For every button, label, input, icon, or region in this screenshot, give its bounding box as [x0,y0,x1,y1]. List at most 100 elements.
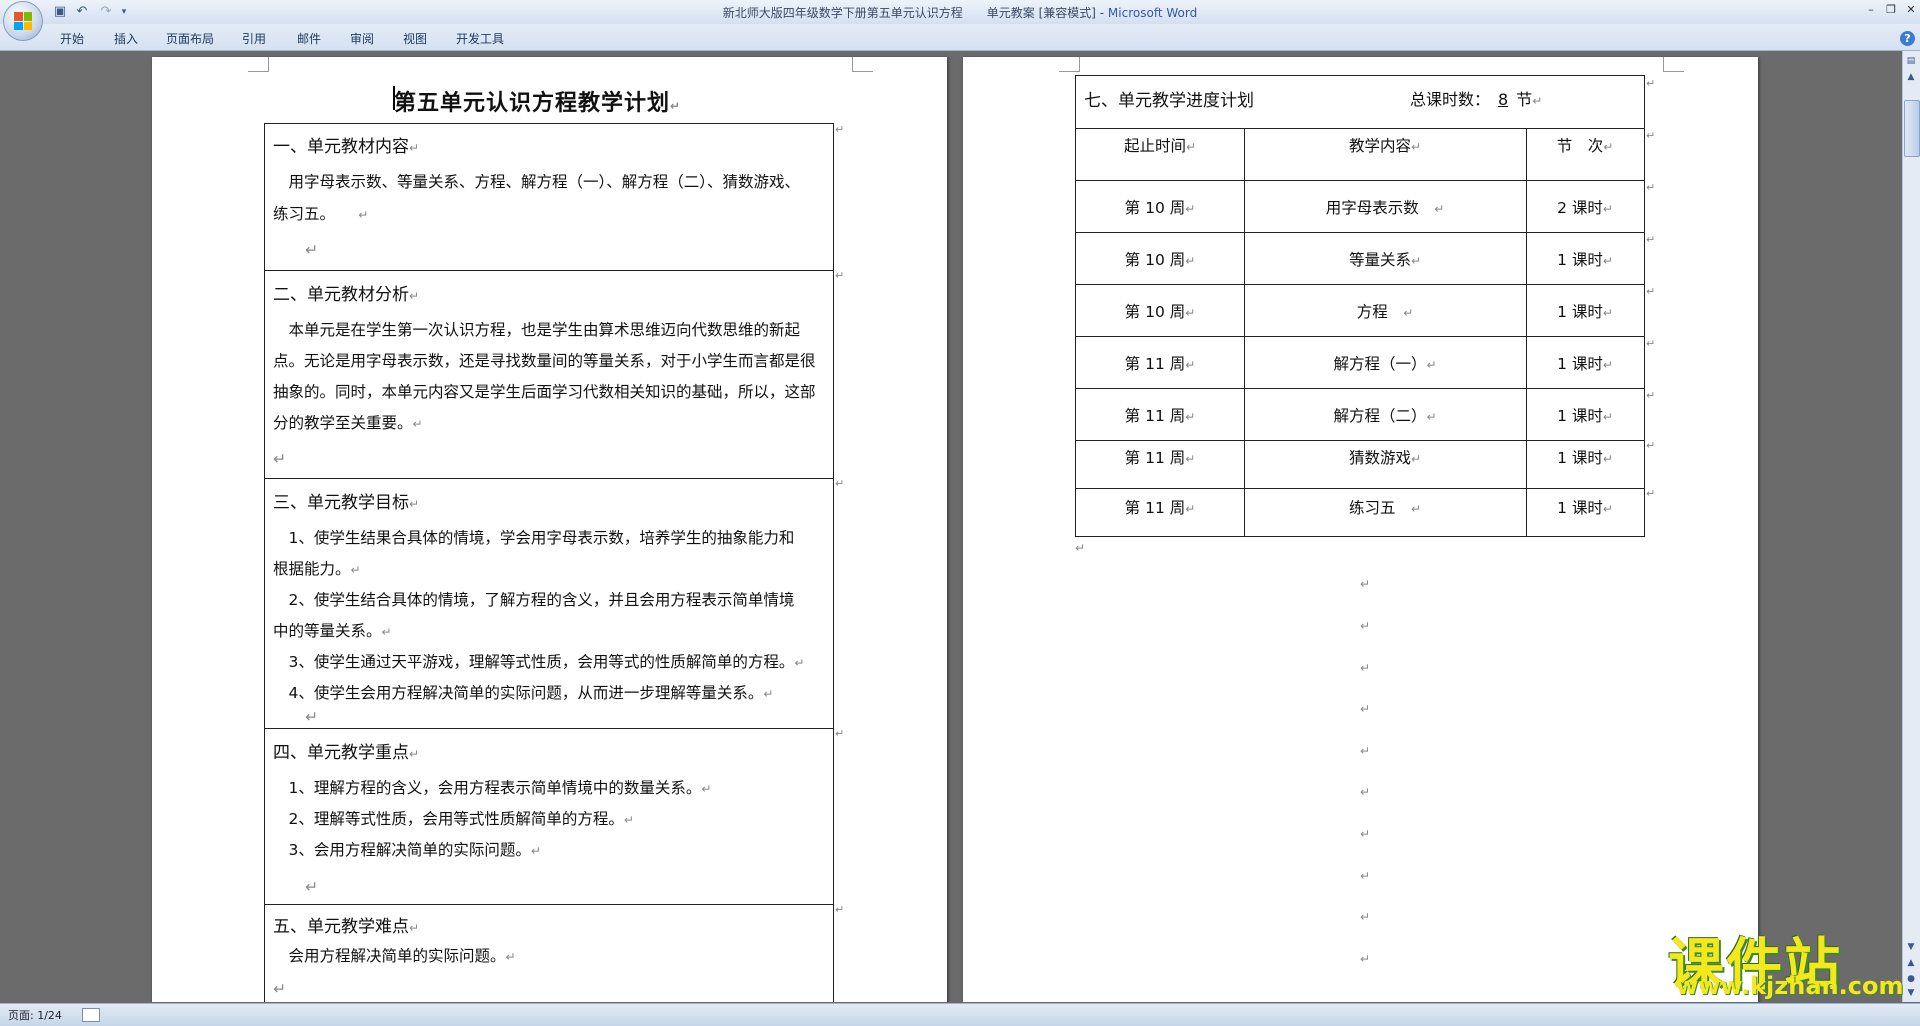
body-line-text: 2、理解等式性质，会用等式性质解简单的方程。 [273,810,624,828]
table-rule [1076,128,1644,129]
body-line: 抽象的。同时，本单元内容又是学生后面学习代数相关知识的基础，所以，这部 [273,383,816,401]
section-heading: 二、单元教材分析↵ [273,280,419,305]
schedule-title[interactable]: 七、单元教学进度计划 [1084,86,1254,111]
document-workspace: 第五单元认识方程教学计划↵ 一、单元教材内容↵ 用字母表示数、等量关系、方程、解… [0,51,1900,1002]
tab-insert[interactable]: 插入 [114,30,138,47]
header-content: 教学内容↵ [1244,134,1526,156]
section-heading-text: 四、单元教学重点 [273,743,409,763]
body-line: 练习五。 ↵ [273,202,368,224]
tab-home[interactable]: 开始 [60,30,84,47]
office-button[interactable] [4,2,42,40]
tab-page-layout[interactable]: 页面布局 [166,30,214,47]
paragraph-mark: ↵ [1185,202,1196,216]
tab-view[interactable]: 视图 [403,30,427,47]
close-button[interactable]: ✕ [1902,2,1920,18]
minimize-button[interactable]: – [1862,2,1880,18]
header-periods: 节 次↵ [1526,134,1644,156]
paragraph-mark: ↵ [1185,502,1196,516]
paragraph-mark: ↵ [1403,306,1414,320]
cell-text: 第 11 周 [1124,449,1186,467]
cell-text: 第 11 周 [1124,355,1186,373]
body-line-text: 练习五。 [273,205,359,223]
paragraph-mark: ↵ [1185,254,1196,268]
next-page-icon[interactable]: ▼ [1904,986,1918,1000]
watermark-url: www.kjzhan.com [1676,972,1904,1000]
body-line: 3、使学生通过天平游戏，理解等式性质，会用等式的性质解简单的方程。↵ [273,650,805,672]
paragraph-mark: ↵ [1602,306,1613,320]
restore-button[interactable]: ❐ [1882,2,1900,18]
section-content[interactable]: 一、单元教材内容↵ 用字母表示数、等量关系、方程、解方程（一）、解方程（二）、猜… [265,124,833,271]
cell-text: 1 课时 [1557,251,1603,269]
vertical-scrollbar[interactable] [1902,51,1920,1002]
scroll-down-icon[interactable]: ▼ [1904,940,1918,954]
header-time-text: 起止时间 [1123,137,1186,155]
total-hours-label: 总课时数： [1410,90,1491,109]
scroll-thumb[interactable] [1904,100,1920,157]
window-title-app: Microsoft Word [1107,6,1198,20]
table-rule [1076,488,1644,489]
row-end-mark: ↵ [1646,285,1656,298]
section-heading-text: 三、单元教学目标 [273,493,409,513]
paragraph-mark: ↵ [1360,785,1371,799]
section-heading: 一、单元教材内容↵ [273,132,419,157]
window-title-doc: 新北师大版四年级数学下册第五单元认识方程 单元教案 [兼容模式] - [722,6,1108,20]
proofing-status-icon[interactable] [82,1008,100,1022]
header-content-text: 教学内容 [1348,137,1411,155]
body-line-text: 3、会用方程解决简单的实际问题。 [273,841,531,859]
section-analysis[interactable]: 二、单元教材分析↵ 本单元是在学生第一次认识方程，也是学生由算术思维迈向代数思维… [265,270,833,479]
row-end-mark: ↵ [1646,439,1656,452]
tab-developer[interactable]: 开发工具 [456,30,504,47]
schedule-title-text: 七、单元教学进度计划 [1084,91,1254,111]
help-icon[interactable]: ? [1900,31,1915,46]
table-cell: 1 课时↵ [1526,446,1644,468]
tab-references[interactable]: 引用 [242,30,266,47]
cell-text: 解方程（二） [1333,407,1427,425]
row-end-mark: ↵ [835,269,845,282]
plan-table: 一、单元教材内容↵ 用字母表示数、等量关系、方程、解方程（一）、解方程（二）、猜… [264,123,834,1002]
paragraph-mark: ↵ [273,980,286,998]
body-line: 会用方程解决简单的实际问题。↵ [273,944,516,966]
table-cell: 猜数游戏↵ [1244,446,1526,468]
cell-text: 1 课时 [1557,499,1603,517]
crop-mark [1663,57,1684,72]
body-line: 4、使学生会用方程解决简单的实际问题，从而进一步理解等量关系。↵ [273,681,774,703]
status-page-number[interactable]: 页面: 1/24 [8,1007,62,1023]
body-line-text: 中的等量关系。 [273,622,382,640]
body-line-text: 3、使学生通过天平游戏，理解等式性质，会用等式的性质解简单的方程。 [273,653,795,671]
section-heading-text: 二、单元教材分析 [273,285,409,305]
status-bar [0,1003,1920,1026]
cell-text: 练习五 [1348,499,1396,517]
table-cell: 练习五 ↵ [1244,496,1526,518]
section-difficulties[interactable]: 五、单元教学难点↵ 会用方程解决简单的实际问题。↵ ↵ [265,904,833,1002]
row-end-mark: ↵ [1646,233,1656,246]
paragraph-mark: ↵ [412,417,423,431]
tab-mailings[interactable]: 邮件 [297,30,321,47]
cell-text: 第 10 周 [1124,199,1186,217]
section-key-points[interactable]: 四、单元教学重点↵ 1、理解方程的含义，会用方程表示简单情境中的数量关系。↵ 2… [265,728,833,905]
paragraph-mark: ↵ [1185,140,1197,154]
previous-page-icon[interactable]: ▲ [1904,956,1918,970]
total-hours[interactable]: 总课时数： 8 节↵ [1410,86,1542,110]
paragraph-mark: ↵ [670,99,682,113]
paragraph-mark: ↵ [530,844,541,858]
cell-text: 猜数游戏 [1348,449,1411,467]
paragraph-mark: ↵ [763,687,774,701]
page-2: 七、单元教学进度计划 总课时数： 8 节↵ 起止时间↵ 教学内容↵ 节 次↵ 第 1… [963,57,1758,1002]
paragraph-mark: ↵ [1185,358,1196,372]
cell-text: 1 课时 [1557,449,1603,467]
body-line-text: 分的教学至关重要。 [273,414,413,432]
window-title: 新北师大版四年级数学下册第五单元认识方程 单元教案 [兼容模式] - Micro… [0,4,1920,21]
paragraph-mark: ↵ [1410,254,1422,268]
document-title[interactable]: 第五单元认识方程教学计划↵ [394,85,681,117]
table-cell: 第 11 周↵ [1076,352,1244,374]
row-end-mark: ↵ [1646,129,1656,142]
select-browse-object-icon[interactable]: ● [1904,972,1918,986]
tab-review[interactable]: 审阅 [350,30,374,47]
body-line: 本单元是在学生第一次认识方程，也是学生由算术思维迈向代数思维的新起 [273,321,801,339]
table-rule [1076,336,1644,337]
ruler-toggle-icon[interactable]: ▤ [1904,54,1918,68]
section-objectives[interactable]: 三、单元教学目标↵ 1、使学生结果合具体的情境，学会用字母表示数，培养学生的抽象… [265,478,833,729]
cell-text: 1 课时 [1557,355,1603,373]
scroll-up-icon[interactable]: ▲ [1904,70,1918,84]
office-logo-icon [14,12,32,30]
